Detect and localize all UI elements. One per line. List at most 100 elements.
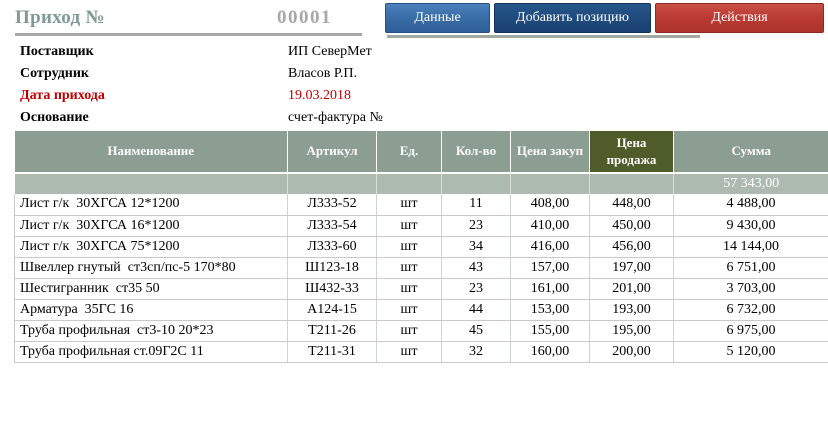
employee-label: Сотрудник [20,66,89,81]
total-empty-cell [589,173,674,194]
cell-sum: 3 703,00 [673,278,828,300]
form-row-supplier: Поставщик ИП СеверМет [20,44,372,66]
cell-unit: шт [376,320,442,342]
form-row-date: Дата прихода 19.03.2018 [20,88,351,110]
column-header-sell-price: Цена продажа [589,131,674,174]
total-row: 57 343,00 [14,173,828,194]
cell-name: Шестигранник ст35 50 [14,278,288,300]
cell-buy-price: 416,00 [510,236,590,258]
cell-buy-price: 410,00 [510,215,590,237]
total-empty-cell [510,173,590,194]
cell-article: Л333-54 [287,215,377,237]
cell-unit: шт [376,257,442,279]
cell-sell-price: 193,00 [589,299,674,321]
total-empty-cell [376,173,442,194]
cell-qty: 23 [441,278,511,300]
cell-unit: шт [376,278,442,300]
cell-article: Ш432-33 [287,278,377,300]
column-header-qty: Кол-во [441,131,511,174]
cell-article: Л333-52 [287,194,377,216]
cell-unit: шт [376,215,442,237]
cell-sell-price: 195,00 [589,320,674,342]
table-header-row: Наименование Артикул Ед. Кол-во Цена зак… [14,131,828,174]
add-position-button[interactable]: Добавить позицию [494,3,651,33]
total-empty-cell [14,173,288,194]
cell-name: Труба профильная ст3-10 20*23 [14,320,288,342]
total-empty-cell [287,173,377,194]
cell-qty: 45 [441,320,511,342]
cell-buy-price: 160,00 [510,341,590,363]
table-row: Арматура 35ГС 16 А124-15 шт 44 153,00 19… [14,299,828,321]
cell-sell-price: 456,00 [589,236,674,258]
cell-unit: шт [376,236,442,258]
cell-name: Швеллер гнутый ст3сп/пс-5 170*80 [14,257,288,279]
column-header-sum: Сумма [673,131,828,174]
cell-name: Труба профильная ст.09Г2С 11 [14,341,288,363]
supplier-label: Поставщик [20,44,94,59]
cell-buy-price: 161,00 [510,278,590,300]
supplier-value[interactable]: ИП СеверМет [288,44,372,60]
cell-qty: 11 [441,194,511,216]
cell-sell-price: 448,00 [589,194,674,216]
column-header-buy-price: Цена закуп [510,131,590,174]
cell-sell-price: 450,00 [589,215,674,237]
actions-button[interactable]: Действия [655,3,824,33]
form-row-basis: Основание счет-фактура № [20,110,383,132]
items-table: Наименование Артикул Ед. Кол-во Цена зак… [14,131,828,363]
cell-qty: 32 [441,341,511,363]
cell-sum: 6 751,00 [673,257,828,279]
basis-label: Основание [20,110,89,125]
table-row: Шестигранник ст35 50 Ш432-33 шт 23 161,0… [14,278,828,300]
cell-sell-price: 200,00 [589,341,674,363]
cell-sum: 4 488,00 [673,194,828,216]
cell-qty: 23 [441,215,511,237]
cell-qty: 44 [441,299,511,321]
cell-article: Т211-26 [287,320,377,342]
total-sum-value: 57 343,00 [673,173,828,194]
cell-unit: шт [376,299,442,321]
cell-name: Арматура 35ГС 16 [14,299,288,321]
cell-buy-price: 155,00 [510,320,590,342]
column-header-name: Наименование [14,131,288,174]
form-row-employee: Сотрудник Власов Р.П. [20,66,357,88]
document-number: 00001 [277,7,332,28]
table-row: Лист г/к 30ХГСА 16*1200 Л333-54 шт 23 41… [14,215,828,237]
cell-unit: шт [376,194,442,216]
cell-sum: 14 144,00 [673,236,828,258]
receipt-date-value[interactable]: 19.03.2018 [288,88,351,104]
cell-buy-price: 408,00 [510,194,590,216]
cell-qty: 43 [441,257,511,279]
cell-sum: 9 430,00 [673,215,828,237]
column-header-unit: Ед. [376,131,442,174]
buttons-shadow [387,35,700,38]
cell-name: Лист г/к 30ХГСА 75*1200 [14,236,288,258]
cell-article: Т211-31 [287,341,377,363]
cell-unit: шт [376,341,442,363]
total-empty-cell [441,173,511,194]
cell-article: А124-15 [287,299,377,321]
cell-buy-price: 153,00 [510,299,590,321]
cell-sell-price: 201,00 [589,278,674,300]
table-row: Швеллер гнутый ст3сп/пс-5 170*80 Ш123-18… [14,257,828,279]
cell-sum: 5 120,00 [673,341,828,363]
table-row: Труба профильная ст.09Г2С 11 Т211-31 шт … [14,341,828,363]
data-button[interactable]: Данные [385,3,490,33]
table-row: Лист г/к 30ХГСА 12*1200 Л333-52 шт 11 40… [14,194,828,216]
cell-sell-price: 197,00 [589,257,674,279]
cell-name: Лист г/к 30ХГСА 12*1200 [14,194,288,216]
column-header-article: Артикул [287,131,377,174]
cell-name: Лист г/к 30ХГСА 16*1200 [14,215,288,237]
receipt-date-label: Дата прихода [20,88,105,103]
receipt-document: Приход № 00001 Данные Добавить позицию Д… [0,0,828,446]
cell-sum: 6 975,00 [673,320,828,342]
cell-article: Л333-60 [287,236,377,258]
cell-sum: 6 732,00 [673,299,828,321]
cell-article: Ш123-18 [287,257,377,279]
table-body: Лист г/к 30ХГСА 12*1200 Л333-52 шт 11 40… [14,194,828,363]
page-title: Приход № [15,7,105,28]
employee-value[interactable]: Власов Р.П. [288,66,357,82]
basis-value[interactable]: счет-фактура № [288,110,383,126]
table-row: Лист г/к 30ХГСА 75*1200 Л333-60 шт 34 41… [14,236,828,258]
table-row: Труба профильная ст3-10 20*23 Т211-26 шт… [14,320,828,342]
cell-qty: 34 [441,236,511,258]
